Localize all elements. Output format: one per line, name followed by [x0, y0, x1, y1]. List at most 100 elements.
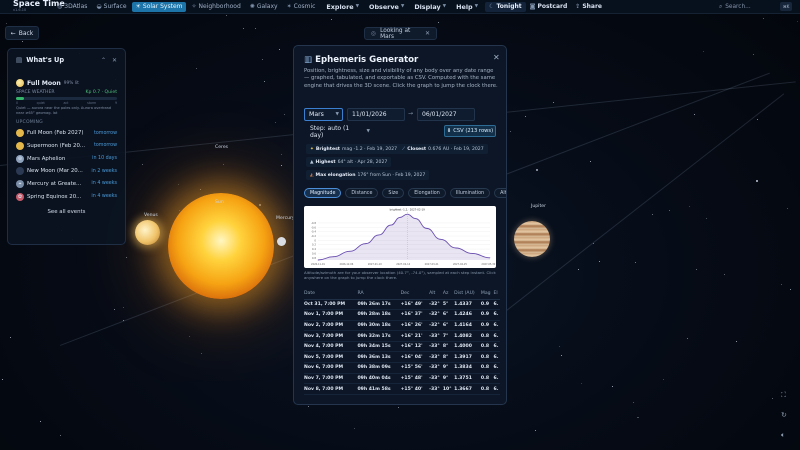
menu-observe[interactable]: Observe ▼: [364, 2, 409, 12]
star: [611, 385, 613, 387]
event-item[interactable]: New Moon (Mar 20... in 2 weeks: [16, 167, 117, 176]
tab-size[interactable]: Size: [382, 188, 405, 198]
star: [398, 406, 399, 408]
column-header[interactable]: Mag: [480, 289, 494, 300]
jupiter[interactable]: [514, 221, 550, 257]
data-point: [365, 243, 367, 244]
table-row[interactable]: Nov 1, 7:00 PM 09h 28m 18s +16° 37' -32° 6° 1…: [304, 309, 500, 321]
brand[interactable]: Space Time v1.6.10: [13, 0, 65, 13]
step-select[interactable]: Step: auto (1 day) ▼: [304, 125, 370, 139]
fullscreen-icon[interactable]: ⛶: [781, 391, 786, 400]
column-header[interactable]: El: [493, 289, 500, 300]
scale-solar-system-button[interactable]: ☀ Solar System: [131, 1, 187, 12]
sun-icon: ☀: [135, 3, 141, 10]
menu-label: Explore: [326, 2, 354, 11]
column-header[interactable]: Alt: [429, 289, 443, 300]
magnitude-chart[interactable]: -0.8-0.6-0.4-0.200.20.40.60.8 2026-11-01 2…: [304, 206, 496, 268]
highest-stat[interactable]: ▲ Highest 64° alt · Apr 28, 2027: [306, 157, 392, 167]
star: [696, 268, 697, 270]
full-moon-row[interactable]: Full Moon 99% lit: [16, 79, 117, 87]
mercury[interactable]: [277, 237, 286, 246]
y-tick-label: 0: [314, 238, 316, 242]
tab-magnitude[interactable]: Magnitude: [304, 188, 342, 198]
column-header[interactable]: RA: [357, 289, 401, 300]
brightest-stat[interactable]: ✦ Brightest mag -1.2 · Feb 19, 2027: [306, 144, 402, 154]
tab-elongation[interactable]: Elongation: [408, 188, 446, 198]
event-item[interactable]: ✿ Spring Equinox 20... in 4 weeks: [16, 192, 117, 201]
column-header[interactable]: Dist (AU): [454, 289, 481, 300]
table-cell: -32°: [429, 309, 443, 321]
event-item[interactable]: Supermoon (Feb 20... tomorrow: [16, 141, 117, 151]
tab-distance[interactable]: Distance: [345, 188, 379, 198]
scale-galaxy-button[interactable]: ✺ Galaxy: [246, 2, 282, 12]
leaf-icon: ✿: [16, 192, 24, 201]
scale-3datlas-button[interactable]: ◍ 3DAtlas: [53, 2, 91, 12]
data-point: [378, 234, 380, 236]
max-elongation-stat[interactable]: ◭ Max elongation 176° from Sun · Feb 19,…: [306, 170, 430, 180]
table-row[interactable]: Nov 8, 7:00 PM 09h 41m 58s +15° 40' -33° 10°…: [304, 383, 500, 395]
star: [222, 164, 224, 165]
table-cell: 0.8: [480, 330, 494, 342]
sun[interactable]: [168, 193, 274, 299]
table-row[interactable]: Nov 6, 7:00 PM 09h 38m 09s +15° 56' -33° 9° 1…: [304, 362, 500, 374]
column-header[interactable]: Date: [304, 289, 358, 300]
menu-explore[interactable]: Explore ▼: [321, 2, 364, 12]
table-cell: 09h 28m 18s: [357, 309, 401, 321]
start-date-input[interactable]: 11/01/2026: [347, 108, 405, 121]
data-point: [317, 259, 319, 261]
star: [577, 269, 579, 270]
table-cell: -33°: [429, 362, 443, 374]
sound-icon[interactable]: 🔈︎: [781, 431, 785, 440]
tab-illumination[interactable]: Illumination: [449, 188, 491, 198]
tab-altitude[interactable]: Altitude: [494, 188, 506, 198]
close-icon[interactable]: ✕: [425, 30, 430, 37]
star: [510, 130, 511, 132]
table-cell: 0.8: [480, 383, 494, 395]
table-cell: +16° 12': [400, 341, 430, 353]
y-tick-label: 0.8: [312, 256, 316, 260]
event-list: Full Moon (Feb 2027) tomorrow Supermoon (F…: [16, 129, 117, 201]
scale-neighborhood-button[interactable]: ✧ Neighborhood: [187, 2, 244, 12]
menu-label: Help: [456, 2, 473, 11]
tonight-button[interactable]: ☾ Tonight: [485, 1, 526, 12]
reset-view-icon[interactable]: ↻: [781, 411, 787, 419]
table-row[interactable]: Nov 2, 7:00 PM 09h 30m 18s +16° 26' -32° 6° 1…: [304, 320, 500, 332]
closest-stat[interactable]: ⟋ Closest 0.676 AU · Feb 19, 2027: [398, 144, 488, 154]
close-icon[interactable]: ✕: [112, 57, 117, 64]
event-item[interactable]: ⌖ Mercury at Greate... in 4 weeks: [16, 179, 117, 189]
table-row[interactable]: Nov 4, 7:00 PM 09h 34m 15s +16° 12' -33° 8° 1…: [304, 341, 500, 353]
looking-at-chip[interactable]: ◎ Looking at Mars ✕: [364, 27, 437, 40]
back-button[interactable]: ← Back: [5, 26, 39, 40]
star: [752, 53, 754, 55]
event-when: in 4 weeks: [91, 181, 117, 187]
end-date-input[interactable]: 06/01/2027: [417, 108, 475, 121]
event-item[interactable]: ⊛ Mars Aphelion in 10 days: [16, 154, 117, 163]
table-row[interactable]: Nov 3, 7:00 PM 09h 32m 17s +16° 21' -33° 7° 1…: [304, 330, 500, 342]
table-cell: -32°: [429, 299, 443, 311]
table-cell: -33°: [429, 383, 443, 395]
event-item[interactable]: Full Moon (Feb 2027) tomorrow: [16, 129, 117, 138]
table-row[interactable]: Nov 5, 7:00 PM 09h 36m 13s +16° 04' -33° 8° 1…: [304, 351, 500, 364]
menu-help[interactable]: Help ▼: [451, 2, 483, 12]
space-weather-label: SPACE WEATHER: [16, 90, 55, 95]
orbit-icon: ⊛: [16, 154, 24, 163]
body-select[interactable]: Mars ▼: [304, 108, 343, 121]
postcard-button[interactable]: ◙ Postcard: [526, 2, 572, 12]
column-header[interactable]: Az: [442, 289, 455, 300]
close-icon[interactable]: ✕: [493, 53, 500, 62]
venus[interactable]: [135, 220, 160, 245]
x-tick-label: 2027-04-25: [453, 263, 467, 266]
whats-up-panel: ▤ What's Up ⌃ ✕ Full Moon 99% lit SPACE …: [7, 48, 126, 245]
scale-surface-button[interactable]: ◒ Surface: [92, 2, 130, 12]
table-row[interactable]: Oct 31, 7:00 PM 09h 26m 17s +16° 49' -32° 5°…: [304, 299, 500, 311]
column-header[interactable]: Dec: [400, 289, 430, 300]
table-row[interactable]: Nov 7, 7:00 PM 09h 40m 04s +15° 48' -33° 9° 1…: [304, 373, 500, 385]
scale-cosmic-button[interactable]: ✶ Cosmic: [283, 2, 320, 12]
csv-export-button[interactable]: ⬇ CSV (213 rows): [444, 125, 496, 137]
search-input[interactable]: ⌕ Search...: [719, 2, 777, 12]
arrow-right-icon: →: [408, 110, 414, 117]
collapse-icon[interactable]: ⌃: [101, 57, 106, 64]
share-button[interactable]: ⇪ Share: [571, 2, 606, 12]
menu-display[interactable]: Display ▼: [409, 2, 451, 12]
see-all-events-link[interactable]: See all events: [16, 209, 117, 215]
